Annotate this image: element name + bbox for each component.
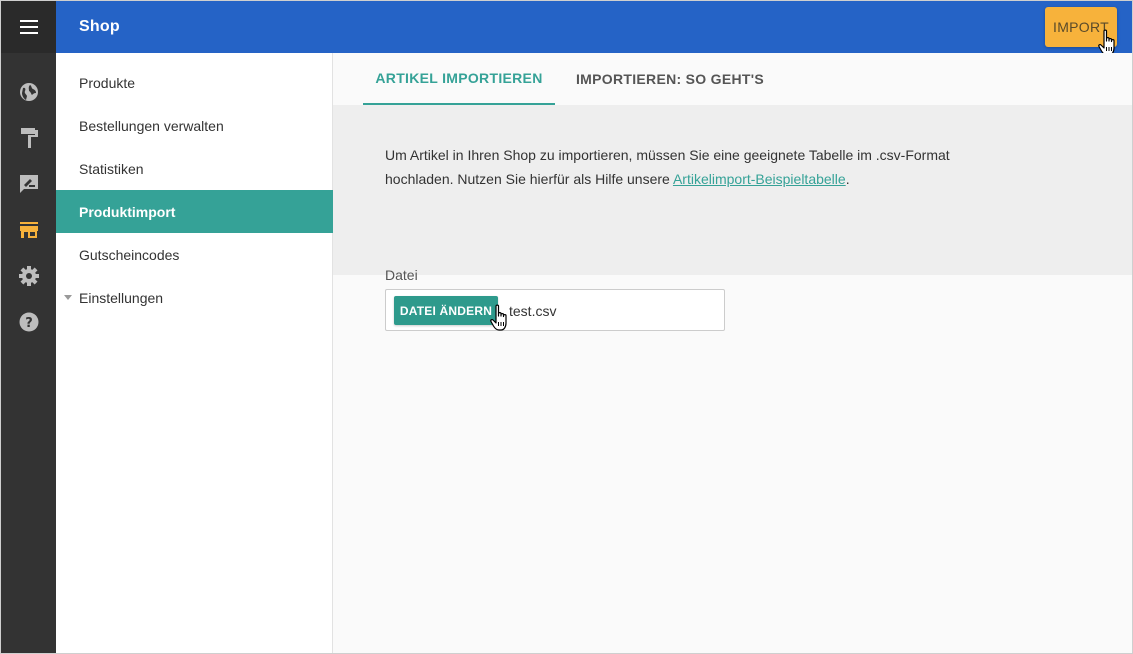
file-label: Datei [385,267,418,283]
sidebar-item-label: Statistiken [79,160,144,177]
menu-button[interactable] [1,1,56,53]
top-bar: Shop IMPORT [56,1,1132,56]
app-frame: ? Shop IMPORT Produkte Bestellungen verw… [0,0,1133,654]
tab-artikel-importieren[interactable]: ARTIKEL IMPORTIEREN [363,53,555,105]
caret-down-icon [64,295,72,300]
change-file-button[interactable]: DATEI ÄNDERN [394,296,498,325]
icon-rail: ? [1,1,56,653]
sidebar-item-label: Gutscheincodes [79,246,180,263]
sidebar-item-gutscheincodes[interactable]: Gutscheincodes [56,233,333,276]
sidebar-item-label: Produktimport [79,203,176,220]
gear-icon[interactable] [18,265,40,287]
hand-cursor-icon [490,304,507,331]
sidebar-item-einstellungen[interactable]: Einstellungen [56,276,333,319]
sidebar-item-bestellungen[interactable]: Bestellungen verwalten [56,104,333,147]
store-icon[interactable] [18,219,40,241]
info-panel: Um Artikel in Ihren Shop zu importieren,… [333,105,1132,275]
file-upload-field[interactable]: DATEI ÄNDERN test.csv [385,289,725,331]
info-suffix: . [845,171,850,187]
sidebar-item-label: Einstellungen [79,289,164,306]
paint-roller-icon[interactable] [18,127,40,149]
app-title: Shop [79,18,120,35]
sidebar-menu: Produkte Bestellungen verwalten Statisti… [56,53,333,653]
main-content: ARTIKEL IMPORTIEREN IMPORTIEREN: SO GEHT… [333,53,1132,653]
menu-icon [19,20,38,34]
svg-text:?: ? [25,316,33,331]
sample-table-link[interactable]: Artikelimport-Beispieltabelle [673,171,846,187]
info-body: Um Artikel in Ihren Shop zu importieren,… [385,147,950,187]
signature-icon[interactable] [18,173,40,195]
sidebar-item-produktimport[interactable]: Produktimport [56,190,333,233]
help-icon[interactable]: ? [18,311,40,333]
sidebar-item-produkte[interactable]: Produkte [56,61,333,104]
info-text: Um Artikel in Ihren Shop zu importieren,… [385,143,1005,191]
globe-icon[interactable] [18,81,40,103]
sidebar-item-label: Produkte [79,74,136,91]
sidebar-item-statistiken[interactable]: Statistiken [56,147,333,190]
tab-importieren-so-gehts[interactable]: IMPORTIEREN: SO GEHT'S [571,53,769,105]
file-name: test.csv [509,303,557,319]
tab-bar: ARTIKEL IMPORTIEREN IMPORTIEREN: SO GEHT… [333,53,1132,105]
sidebar-item-label: Bestellungen verwalten [79,117,224,134]
